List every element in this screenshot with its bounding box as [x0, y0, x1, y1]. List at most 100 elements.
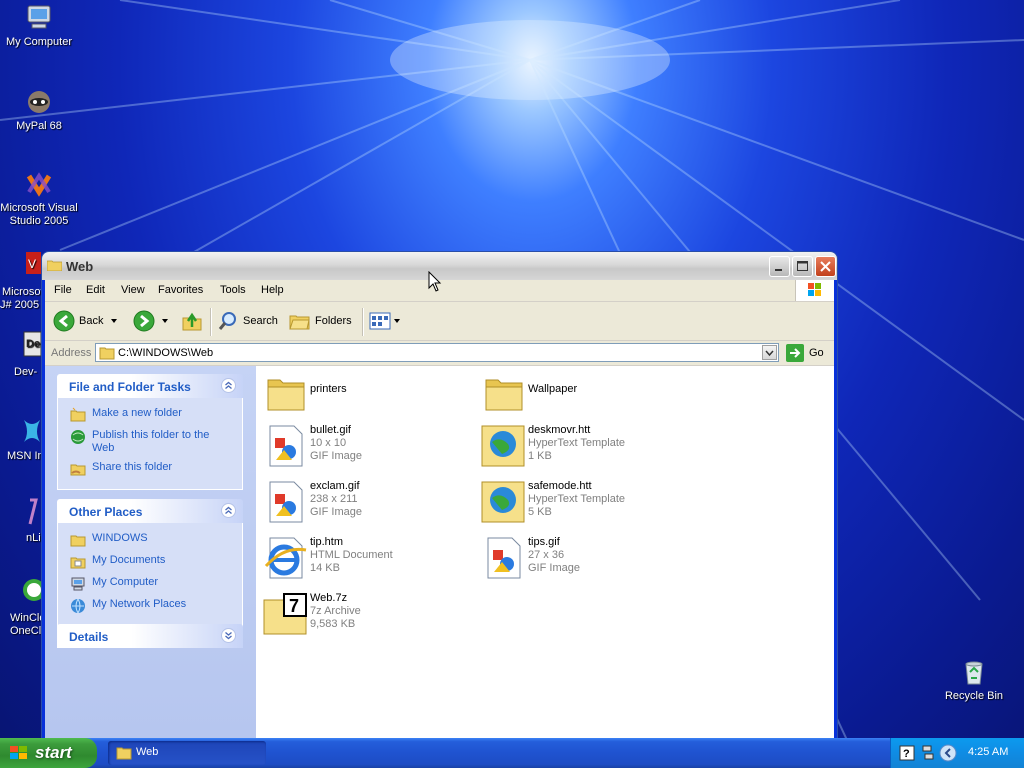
maximize-button[interactable]: [792, 256, 813, 277]
task-publish-folder[interactable]: Publish this folder to the Web: [70, 429, 232, 455]
menu-help[interactable]: Help: [261, 284, 284, 296]
menu-favorites[interactable]: Favorites: [158, 284, 203, 296]
collapse-button[interactable]: [221, 503, 236, 518]
back-button[interactable]: Back: [53, 310, 121, 332]
menu-file[interactable]: File: [54, 284, 72, 296]
desktop-icon-label: Recycle Bin: [944, 690, 1004, 702]
place-windows[interactable]: WINDOWS: [70, 532, 232, 548]
chevron-down-icon: [225, 632, 232, 640]
file-item-exclam-gif[interactable]: exclam.gif 238 x 211 GIF Image: [262, 478, 472, 528]
desktop-icon-recycle-bin[interactable]: Recycle Bin: [934, 656, 1014, 703]
panel-header[interactable]: File and Folder Tasks: [57, 374, 243, 398]
jsharp-icon: V: [26, 252, 41, 274]
search-label: Search: [243, 315, 278, 327]
menu-view[interactable]: View: [121, 284, 145, 296]
forward-button[interactable]: [133, 310, 172, 332]
folder-icon: [485, 379, 523, 411]
address-dropdown-button[interactable]: [762, 345, 777, 360]
file-item-safemode-htt[interactable]: safemode.htt HyperText Template 5 KB: [480, 478, 690, 528]
start-button[interactable]: start: [0, 738, 97, 768]
other-places-panel: Other Places WINDOWS My Documents My Com…: [57, 499, 243, 627]
desktop-icon-label: MSN In: [7, 450, 41, 462]
file-item-wallpaper[interactable]: Wallpaper: [480, 370, 690, 420]
wincleaner-icon: [23, 579, 41, 601]
desktop-icon-my-computer[interactable]: My Computer: [0, 2, 78, 49]
file-item-tips-gif[interactable]: tips.gif 27 x 36 GIF Image: [480, 534, 690, 584]
file-size: 1 KB: [528, 450, 552, 462]
go-button[interactable]: Go: [786, 344, 824, 362]
file-list-view: printers Wallpaper bullet.gif 10 x 10 GI…: [256, 366, 834, 738]
place-my-network-places[interactable]: My Network Places: [70, 598, 232, 614]
publish-web-icon: [71, 430, 85, 444]
window-body: File Edit View Favorites Tools Help Back: [45, 280, 834, 738]
views-button[interactable]: [369, 310, 401, 332]
task-share-folder[interactable]: Share this folder: [70, 461, 232, 477]
desktop-icon-dev-cpp[interactable]: De Dev-: [0, 330, 41, 379]
network-icon[interactable]: [921, 744, 935, 762]
svg-text:V: V: [28, 257, 36, 271]
menu-edit[interactable]: Edit: [86, 284, 105, 296]
chevron-left-icon[interactable]: [939, 744, 957, 762]
panel-title: File and Folder Tasks: [69, 380, 191, 394]
address-field[interactable]: C:\WINDOWS\Web: [95, 343, 779, 362]
up-folder-button[interactable]: [181, 310, 203, 332]
share-folder-icon: [70, 464, 86, 476]
file-size: 9,583 KB: [310, 618, 356, 630]
desktop-icon-label: My Computer: [5, 36, 73, 48]
msn-icon: [24, 420, 40, 442]
address-bar: Address C:\WINDOWS\Web Go: [45, 341, 834, 366]
desktop-icon-mypal[interactable]: MyPal 68: [0, 86, 78, 133]
desktop-icon-msn[interactable]: MSN In: [0, 414, 41, 463]
dropdown-arrow-icon: [394, 319, 400, 323]
windows-logo: [795, 280, 834, 301]
close-icon: [820, 261, 831, 272]
windows-flag-icon: [808, 283, 821, 296]
file-name: Web.7z: [310, 592, 348, 604]
desktop-icon-visual-studio[interactable]: Microsoft Visual Studio 2005: [0, 168, 78, 228]
chevron-down-icon: [765, 350, 774, 357]
minimize-button[interactable]: [769, 256, 790, 277]
folders-label: Folders: [315, 315, 352, 327]
menu-tools[interactable]: Tools: [220, 284, 246, 296]
desktop-icon-wincleaner[interactable]: WinCle OneCl: [0, 576, 41, 638]
file-item-web-7z[interactable]: 7 Web.7z 7z Archive 9,583 KB: [262, 590, 472, 640]
panel-title: Details: [69, 630, 109, 644]
desktop-icon-label: MyPal 68: [16, 120, 62, 132]
file-item-tip-htm[interactable]: tip.htm HTML Document 14 KB: [262, 534, 472, 584]
address-label: Address: [51, 347, 92, 359]
place-my-computer[interactable]: My Computer: [70, 576, 232, 592]
panel-header[interactable]: Details: [57, 624, 243, 648]
expand-button[interactable]: [221, 628, 236, 643]
folders-button[interactable]: Folders: [289, 310, 352, 332]
folder-icon: [47, 260, 62, 271]
desktop-icon-label: Microsof: [2, 286, 41, 298]
file-name: exclam.gif: [310, 480, 360, 492]
desktop-icon-jsharp[interactable]: V Microsof J# 2005: [0, 250, 41, 312]
help-icon[interactable]: ?: [899, 745, 915, 761]
folder-icon: [99, 347, 115, 360]
file-size: GIF Image: [310, 506, 362, 518]
file-item-printers[interactable]: printers: [262, 370, 472, 420]
address-value: C:\WINDOWS\Web: [118, 347, 214, 359]
network-places-icon: [71, 598, 85, 614]
taskbar: start Web ? 4:25 AM: [0, 738, 1024, 768]
task-make-new-folder[interactable]: Make a new folder: [70, 407, 232, 423]
task-label: Make a new folder: [92, 407, 182, 419]
dropdown-arrow-icon: [111, 319, 118, 323]
place-label: My Documents: [92, 554, 166, 566]
explorer-window: Web File Edit View Favorites Tools Help: [41, 251, 838, 741]
file-item-bullet-gif[interactable]: bullet.gif 10 x 10 GIF Image: [262, 422, 472, 472]
desktop-icon-nlite[interactable]: nLi: [0, 496, 41, 545]
close-button[interactable]: [815, 256, 836, 277]
place-my-documents[interactable]: My Documents: [70, 554, 232, 570]
search-button[interactable]: Search: [217, 310, 278, 332]
start-label: start: [35, 743, 72, 762]
up-folder-icon: [182, 312, 202, 331]
file-item-deskmovr-htt[interactable]: deskmovr.htt HyperText Template 1 KB: [480, 422, 690, 472]
file-name: printers: [310, 383, 347, 395]
taskbar-item-web[interactable]: Web: [108, 741, 266, 765]
folders-icon: [289, 315, 310, 330]
panel-header[interactable]: Other Places: [57, 499, 243, 523]
collapse-button[interactable]: [221, 378, 236, 393]
windows-flag-icon: [10, 746, 27, 759]
